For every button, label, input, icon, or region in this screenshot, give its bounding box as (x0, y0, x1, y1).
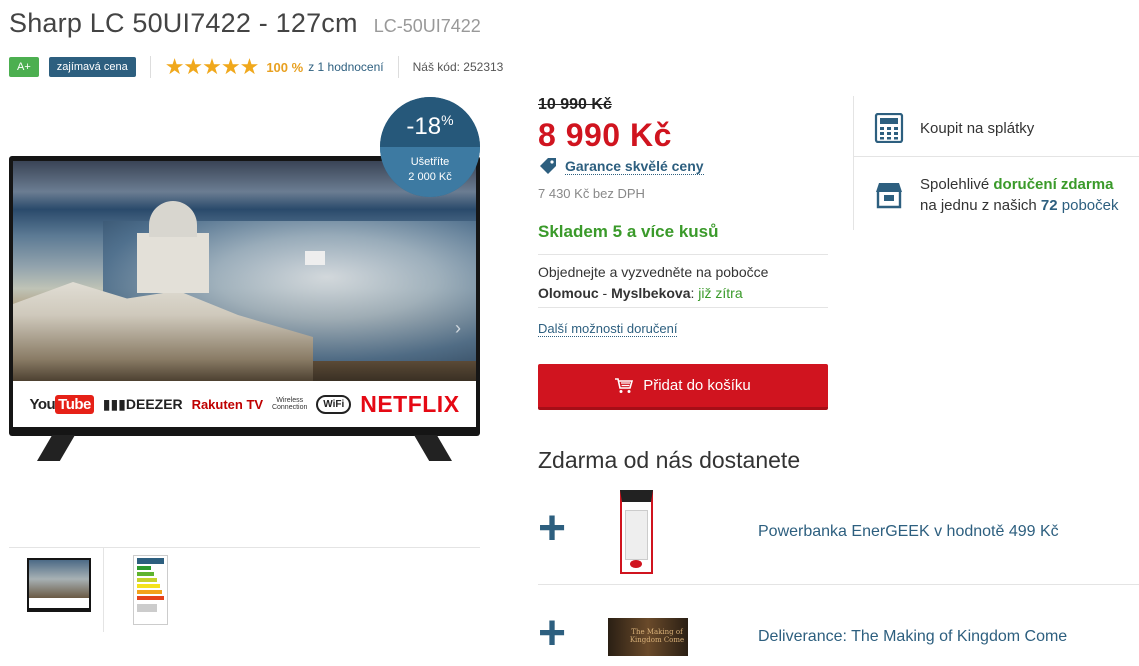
stock-status: Skladem 5 a více kusů (538, 222, 719, 241)
powerbank-logo (630, 560, 642, 568)
rating-percent: 100 % (266, 59, 304, 75)
interesting-price-badge[interactable]: zajímavá cena (48, 57, 136, 77)
pickup-street: Myslbekova (611, 285, 691, 301)
store-count: 72 (1040, 197, 1058, 214)
calculator-icon (874, 112, 904, 144)
tv-stand-left (37, 435, 75, 461)
energy-bar (137, 572, 154, 576)
divider (854, 156, 1139, 157)
add-to-cart-label: Přidat do košíku (643, 377, 751, 394)
energy-bar (137, 590, 162, 594)
price-guarantee-link[interactable]: Garance skvělé ceny (565, 158, 704, 175)
installments-label: Koupit na splátky (920, 119, 1035, 137)
rakuten-logo: Rakuten TV (191, 396, 264, 412)
discount-badge: -18% Ušetříte 2 000 Kč (380, 97, 480, 197)
pickup-line: Objednejte a vyzvedněte na pobočce (538, 264, 769, 280)
stores-link[interactable]: poboček (1058, 197, 1119, 214)
youtube-logo: You Tube (29, 394, 94, 414)
gift-link[interactable]: Deliverance: The Making of Kingdom Come (758, 628, 1067, 646)
book-image[interactable]: The Making of Kingdom Come (608, 612, 688, 662)
side-services: Koupit na splátky Spolehlivé doručení zd… (853, 96, 1139, 230)
discount-percent: -18% (406, 112, 454, 140)
chevron-right-icon[interactable]: › (455, 318, 461, 339)
gift-item[interactable]: + The Making of Kingdom Come Deliverance… (538, 607, 1139, 662)
thumbnail-energy-label[interactable] (133, 555, 168, 625)
energy-bar (137, 578, 157, 582)
thumbnail-tv-image (27, 558, 91, 612)
meta-row: A+ zajímavá cena ★★★★★ 100 % z 1 hodnoce… (9, 55, 503, 79)
price-guarantee[interactable]: Garance skvělé ceny (539, 157, 704, 175)
free-delivery-link[interactable]: doručení zdarma (993, 176, 1113, 193)
divider (538, 307, 828, 308)
tv-stand-right (414, 435, 452, 461)
more-delivery-link[interactable]: Další možnosti doručení (538, 321, 678, 337)
our-code: Náš kód: 252313 (412, 60, 504, 74)
powerbank-box (620, 490, 653, 574)
powerbank-image[interactable] (608, 490, 688, 574)
rating-count-link[interactable]: z 1 hodnocení (308, 60, 383, 74)
energy-bar (137, 584, 160, 588)
free-gifts-heading: Zdarma od nás dostanete (538, 447, 801, 473)
delivery-info[interactable]: Spolehlivé doručení zdarma na jednu z na… (854, 169, 1139, 221)
book-cover: The Making of Kingdom Come (608, 618, 688, 656)
thumbnail-tv-apps (29, 598, 89, 608)
rating-stars[interactable]: ★★★★★ (165, 56, 260, 78)
energy-bar (137, 566, 151, 570)
cart-icon (615, 377, 634, 394)
product-title: Sharp LC 50UI7422 - 127cm (9, 8, 358, 38)
energy-label-footer (137, 604, 157, 612)
divider (538, 584, 1139, 585)
pickup-when: již zítra (698, 285, 743, 301)
price-without-vat: 7 430 Kč bez DPH (538, 186, 645, 201)
netflix-logo: NETFLIX (360, 390, 460, 417)
gift-item[interactable]: + Powerbanka EnerGEEK v hodnotě 499 Kč (538, 490, 1139, 574)
church-tower (137, 233, 209, 293)
powerbank-device (625, 510, 648, 560)
model-code: LC-50UI7422 (373, 16, 481, 36)
store-icon (874, 180, 904, 210)
title-row: Sharp LC 50UI7422 - 127cm LC-50UI7422 (9, 8, 481, 39)
church-dome (149, 201, 197, 237)
wireless-logo: Wireless Connection (271, 397, 308, 411)
installments-link[interactable]: Koupit na splátky (854, 108, 1139, 148)
delivery-text: Spolehlivé doručení zdarma na jednu z na… (920, 176, 1119, 214)
divider (397, 56, 399, 78)
add-to-cart-button[interactable]: Přidat do košíku (538, 364, 828, 410)
old-price: 10 990 Kč (538, 96, 612, 113)
wifi-logo: WiFi (316, 394, 352, 414)
product-image[interactable]: You Tube ▮▮▮DEEZER Rakuten TV Wireless Con… (9, 156, 480, 461)
thumbnail-tv[interactable] (9, 548, 104, 632)
energy-class-badge[interactable]: A+ (9, 57, 39, 77)
discount-savings: Ušetříte 2 000 Kč (408, 156, 452, 183)
divider (538, 254, 828, 255)
pickup-store[interactable]: Olomouc (538, 285, 599, 301)
pickup-info: Objednejte a vyzvedněte na pobočce Olomo… (538, 264, 769, 301)
energy-bar (137, 596, 164, 600)
energy-label-header (137, 558, 164, 564)
tv-app-bar: You Tube ▮▮▮DEEZER Rakuten TV Wireless Con… (13, 381, 476, 427)
current-price: 8 990 Kč (538, 117, 672, 153)
gift-link[interactable]: Powerbanka EnerGEEK v hodnotě 499 Kč (758, 523, 1059, 541)
plus-icon: + (538, 607, 567, 660)
ship (305, 251, 325, 265)
deezer-logo: ▮▮▮DEEZER (102, 395, 183, 412)
thumbnail-tv-screen (29, 560, 89, 598)
divider (149, 56, 151, 78)
plus-icon: + (538, 502, 567, 555)
tag-icon (539, 157, 557, 175)
